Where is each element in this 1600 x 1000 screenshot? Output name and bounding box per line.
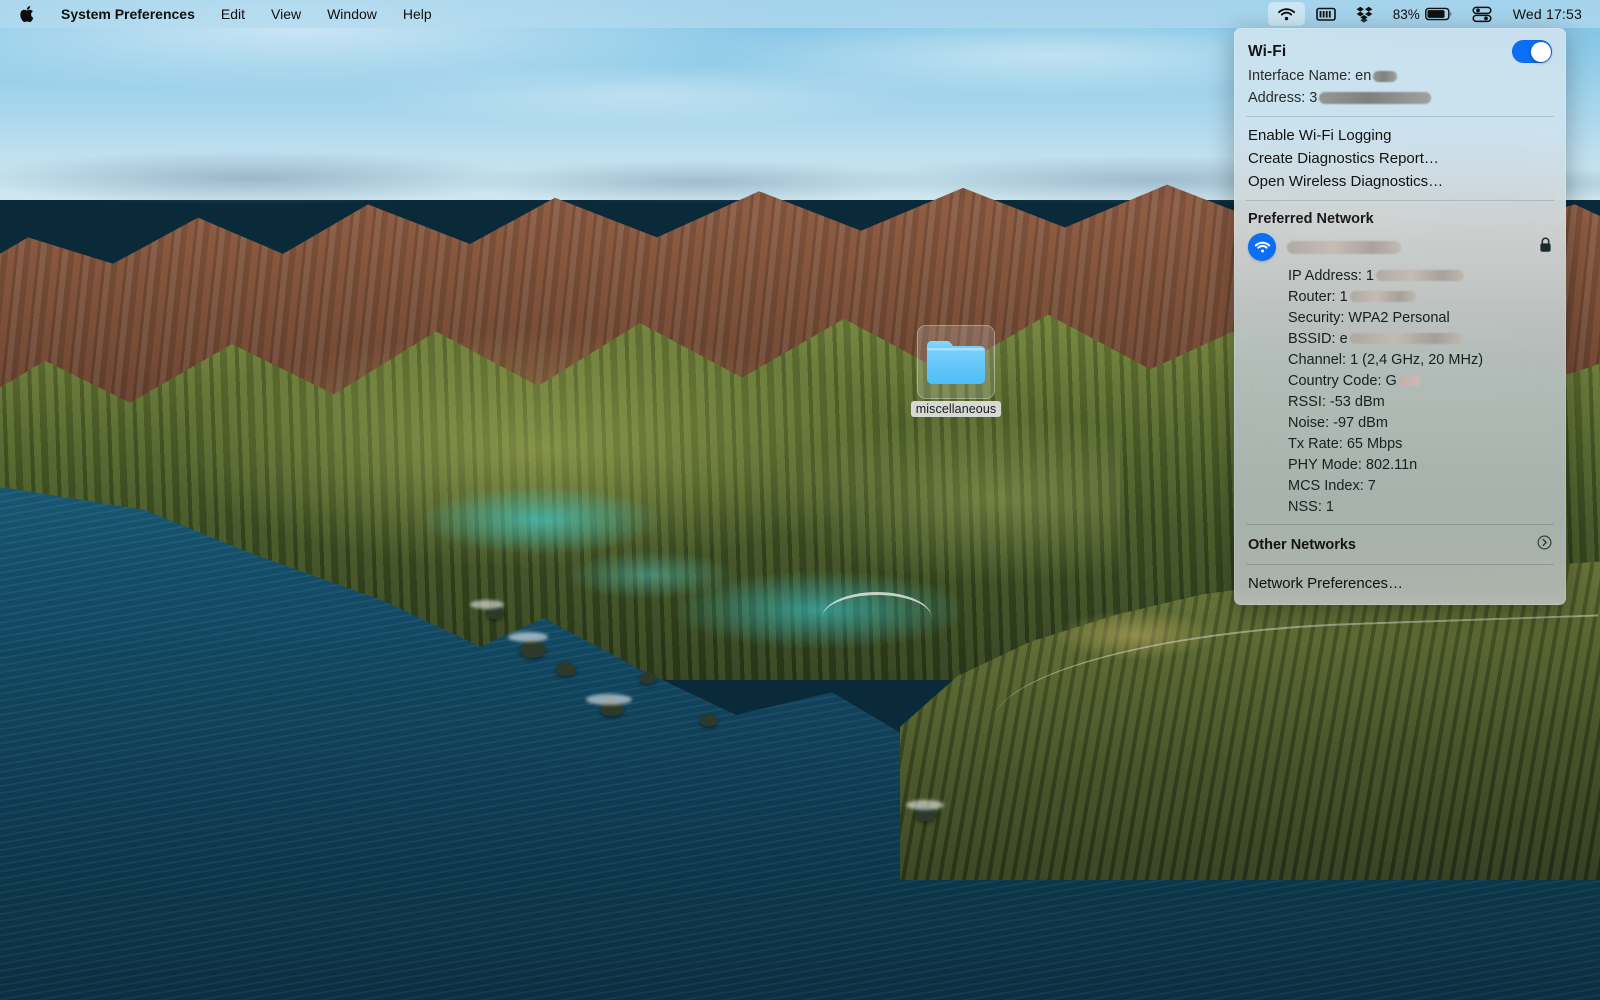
desktop-folder-miscellaneous[interactable]: miscellaneous <box>910 325 1002 421</box>
menu-item-system-preferences[interactable]: System Preferences <box>48 3 208 25</box>
wallpaper-rock <box>520 640 546 658</box>
wallpaper-foam <box>586 694 632 705</box>
wifi-dropdown-menu: Wi-Fi Interface Name: en Address: 3 Enab… <box>1234 28 1566 605</box>
redacted-country-code <box>1398 375 1421 386</box>
lock-icon <box>1539 237 1552 257</box>
network-detail-rssi: RSSI: -53 dBm <box>1288 393 1385 410</box>
redacted-router <box>1349 291 1416 303</box>
divider <box>1246 200 1554 201</box>
status-battery-button[interactable]: 83% <box>1384 2 1461 26</box>
wifi-connected-icon <box>1248 233 1276 261</box>
menu-bar-clock[interactable]: Wed 17:53 <box>1503 6 1586 22</box>
preferred-network-row[interactable] <box>1234 229 1566 265</box>
wallpaper-rock <box>700 714 718 726</box>
detail-label: Router: 1 <box>1288 288 1348 305</box>
menu-item-other-networks[interactable]: Other Networks <box>1234 532 1566 557</box>
network-detail-country-code: Country Code: G <box>1234 370 1566 391</box>
network-detail-channel: Channel: 1 (2,4 GHz, 20 MHz) <box>1288 351 1484 368</box>
network-detail-noise: Noise: -97 dBm <box>1288 414 1388 431</box>
detail-label: IP Address: 1 <box>1288 267 1374 284</box>
wifi-icon <box>1277 7 1295 20</box>
status-control-center-button[interactable] <box>1463 2 1501 26</box>
redacted-mac-address <box>1319 92 1432 104</box>
wallpaper-rock <box>640 672 656 684</box>
wallpaper-foam <box>906 800 944 810</box>
apple-logo-icon <box>20 6 34 23</box>
divider <box>1246 524 1554 525</box>
wifi-toggle-knob <box>1530 41 1551 62</box>
folder-label: miscellaneous <box>910 401 1002 417</box>
wifi-menu-header: Wi-Fi <box>1234 28 1566 65</box>
status-wifi-button[interactable] <box>1267 2 1305 26</box>
menu-item-network-preferences[interactable]: Network Preferences… <box>1234 572 1566 595</box>
wifi-toggle-switch[interactable] <box>1512 40 1552 63</box>
other-networks-label: Other Networks <box>1248 536 1356 553</box>
network-detail-nss: NSS: 1 <box>1288 498 1334 515</box>
folder-selection-highlight <box>917 325 995 399</box>
menu-bar-status-area: 83% Wed 17:53 <box>1267 0 1600 28</box>
menu-item-help[interactable]: Help <box>390 3 445 25</box>
wifi-menu-title: Wi-Fi <box>1248 42 1287 60</box>
battery-menu-icon <box>1315 7 1336 21</box>
redacted-interface-name <box>1373 70 1398 82</box>
wifi-address-row: Address: 3 <box>1234 87 1566 109</box>
menu-item-create-diagnostics-report[interactable]: Create Diagnostics Report… <box>1234 147 1566 170</box>
redacted-ssid <box>1287 240 1401 254</box>
detail-label: BSSID: e <box>1288 330 1348 347</box>
network-detail-bssid: BSSID: e <box>1234 328 1566 349</box>
divider <box>1246 116 1554 117</box>
wallpaper-turquoise-shallows <box>400 480 960 680</box>
network-detail-phy-mode: PHY Mode: 802.11n <box>1288 456 1418 473</box>
wifi-interface-name-row: Interface Name: en <box>1234 65 1566 87</box>
status-dropbox-button[interactable] <box>1347 2 1382 26</box>
status-battery-menu-button[interactable] <box>1307 2 1345 26</box>
network-detail-security: Security: WPA2 Personal <box>1288 309 1450 326</box>
menu-item-edit[interactable]: Edit <box>208 3 258 25</box>
preferred-network-heading: Preferred Network <box>1248 211 1374 227</box>
wallpaper-foam <box>508 632 548 642</box>
wifi-interface-name-label: Interface Name: en <box>1248 68 1372 84</box>
control-center-icon <box>1472 6 1492 22</box>
menu-item-open-wireless-diagnostics[interactable]: Open Wireless Diagnostics… <box>1234 170 1566 193</box>
network-detail-mcs-index: MCS Index: 7 <box>1288 477 1376 494</box>
detail-label: Country Code: G <box>1288 372 1397 389</box>
menu-bar-left: System Preferences Edit View Window Help <box>0 0 445 28</box>
menu-bar: System Preferences Edit View Window Help <box>0 0 1600 28</box>
network-detail-ip-address: IP Address: 1 <box>1234 265 1566 286</box>
redacted-bssid <box>1349 333 1462 345</box>
network-detail-tx-rate: Tx Rate: 65 Mbps <box>1288 435 1403 452</box>
network-detail-router: Router: 1 <box>1234 286 1566 307</box>
dropbox-icon <box>1356 6 1373 23</box>
menu-item-view[interactable]: View <box>258 3 314 25</box>
battery-percent-label: 83% <box>1392 6 1420 22</box>
battery-icon <box>1424 7 1452 21</box>
folder-icon <box>927 341 985 384</box>
wallpaper-rock <box>556 662 576 676</box>
wallpaper-foam <box>470 600 504 609</box>
wifi-address-label: Address: 3 <box>1248 90 1318 106</box>
apple-menu-button[interactable] <box>14 3 48 25</box>
redacted-ip-address <box>1375 270 1464 282</box>
menu-item-enable-wifi-logging[interactable]: Enable Wi-Fi Logging <box>1234 124 1566 147</box>
divider <box>1246 564 1554 565</box>
chevron-right-circle-icon <box>1537 535 1552 554</box>
menu-item-window[interactable]: Window <box>314 3 390 25</box>
